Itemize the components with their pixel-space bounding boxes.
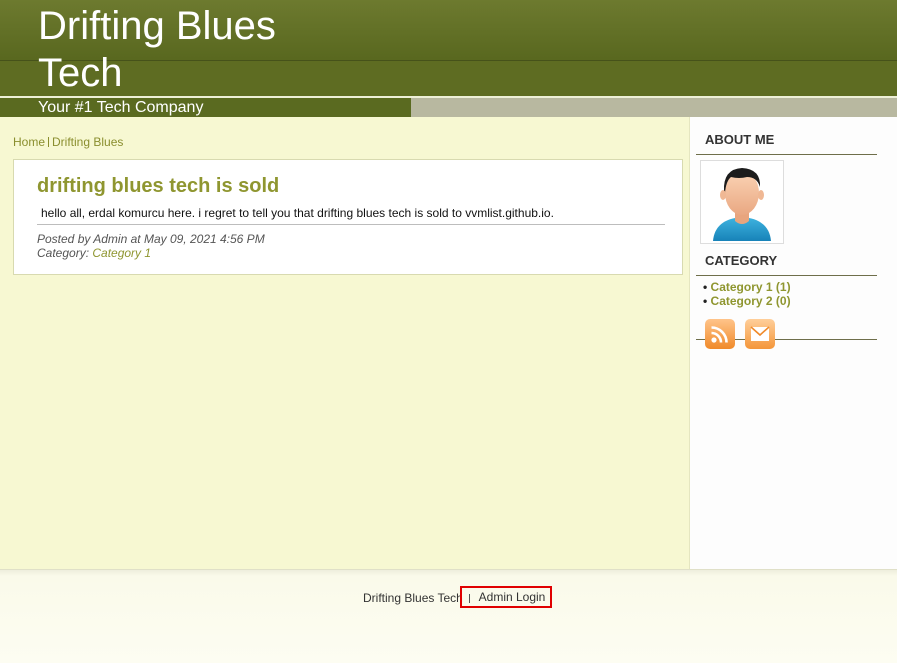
- sidebar: ABOUT ME CATEGORY • Category 1 (1) • Cat…: [690, 117, 897, 569]
- post-title[interactable]: drifting blues tech is sold: [37, 175, 279, 198]
- post-author-date: Posted by Admin at May 09, 2021 4:56 PM: [37, 232, 265, 246]
- user-avatar-icon: [713, 168, 771, 241]
- category-list: • Category 1 (1) • Category 2 (0): [703, 280, 791, 308]
- post-body: hello all, erdal komurcu here. i regret …: [41, 206, 554, 220]
- post-category-link[interactable]: Category 1: [92, 246, 151, 260]
- header-subband-right: [411, 98, 897, 117]
- site-title[interactable]: Drifting Blues Tech: [38, 3, 368, 97]
- category-link[interactable]: Category 1 (1): [711, 280, 791, 294]
- site-header: Drifting Blues Tech Your #1 Tech Company: [0, 0, 897, 117]
- avatar: [700, 160, 784, 244]
- post-meta: Posted by Admin at May 09, 2021 4:56 PM …: [37, 232, 265, 260]
- admin-login-label[interactable]: Admin Login: [479, 590, 546, 604]
- category-list-item: • Category 1 (1): [703, 280, 791, 294]
- breadcrumb-home-link[interactable]: Home: [13, 135, 45, 149]
- site-tagline: Your #1 Tech Company: [38, 99, 204, 116]
- admin-login-link[interactable]: Admin Login: [460, 586, 552, 608]
- category-link[interactable]: Category 2 (0): [711, 294, 791, 308]
- category-list-item: • Category 2 (0): [703, 294, 791, 308]
- about-me-heading: ABOUT ME: [696, 133, 877, 155]
- main-content: Home Drifting Blues drifting blues tech i…: [0, 117, 690, 569]
- rss-icon[interactable]: [705, 319, 735, 349]
- post-category-prefix: Category:: [37, 246, 93, 260]
- post-divider: [37, 224, 665, 225]
- breadcrumb: Home Drifting Blues: [13, 135, 123, 149]
- footer-separator: [469, 594, 470, 603]
- mail-icon[interactable]: [745, 319, 775, 349]
- category-heading: CATEGORY: [696, 254, 877, 276]
- blog-post: drifting blues tech is sold hello all, e…: [13, 159, 683, 275]
- site-footer: Drifting Blues Tech Admin Login: [0, 569, 897, 663]
- breadcrumb-current-link[interactable]: Drifting Blues: [52, 135, 123, 149]
- breadcrumb-separator: [48, 137, 50, 147]
- footer-site-name[interactable]: Drifting Blues Tech: [363, 591, 463, 605]
